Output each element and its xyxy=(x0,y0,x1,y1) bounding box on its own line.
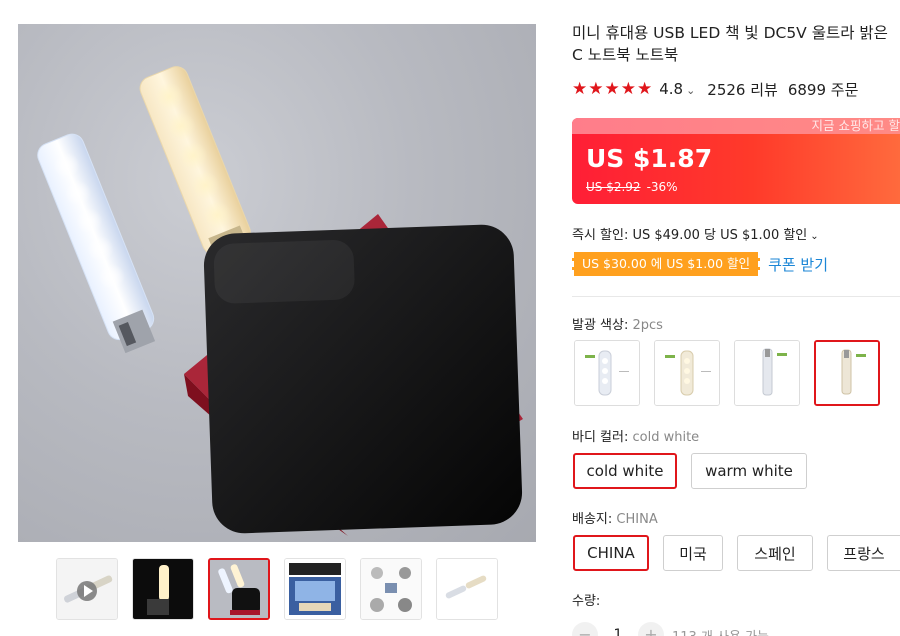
coupon-badge: US $30.00 에 US $1.00 할인 xyxy=(572,252,761,276)
ship-from-spain-button[interactable]: 스페인 xyxy=(737,535,813,571)
emit-color-option-2[interactable] xyxy=(654,340,720,406)
decrease-quantity-button[interactable]: − xyxy=(572,622,598,636)
ship-from-label: 배송지: CHINA xyxy=(572,508,658,527)
stock-available: 113 개 사용 가능 xyxy=(672,626,769,636)
instant-discount[interactable]: 즉시 할인: US $49.00 당 US $1.00 할인 ⌄ xyxy=(572,224,819,243)
coupon-row: US $30.00 에 US $1.00 할인 쿠폰 받기 xyxy=(572,252,828,276)
chevron-down-icon: ⌄ xyxy=(810,231,819,242)
thumbnail-3-image xyxy=(210,560,268,618)
thumbnail-2[interactable] xyxy=(132,558,194,620)
rating-row: ★★★★★ 4.8 ⌄ 2526 리뷰 6899 주문 xyxy=(572,78,858,100)
rating-stars-icon: ★★★★★ xyxy=(572,79,654,99)
quantity-stepper: − 1 + 113 개 사용 가능 xyxy=(572,622,769,636)
ship-from-france-button[interactable]: 프랑스 xyxy=(827,535,900,571)
promo-band: 지금 쇼핑하고 할 xyxy=(572,118,900,134)
instant-discount-text: 즉시 할인: US $49.00 당 US $1.00 할인 xyxy=(572,228,808,243)
thumbnail-4[interactable] xyxy=(284,558,346,620)
thumbnail-3[interactable] xyxy=(208,558,270,620)
rating-value[interactable]: 4.8 ⌄ xyxy=(659,80,695,98)
price-banner: 지금 쇼핑하고 할 US $1.87 US $2.92 -36% xyxy=(572,118,900,204)
promo-band-text: 지금 쇼핑하고 할 xyxy=(811,118,900,133)
body-color-label: 바디 컬러: cold white xyxy=(572,426,699,445)
ship-from-value: CHINA xyxy=(616,512,658,527)
sku-4-image xyxy=(816,342,878,404)
quantity-label: 수량: xyxy=(572,594,601,609)
body-color-value: cold white xyxy=(632,430,700,445)
order-count: 6899 주문 xyxy=(787,80,859,99)
discount-percent: -36% xyxy=(646,180,678,194)
body-color-label-text: 바디 컬러: xyxy=(572,430,629,445)
quantity-value[interactable]: 1 xyxy=(598,627,638,636)
product-title: 미니 휴대용 USB LED 책 빛 DC5V 울트라 밝은 C 노트북 노트북 xyxy=(572,24,888,64)
sku-1-image xyxy=(575,341,639,405)
increase-quantity-button[interactable]: + xyxy=(638,622,664,636)
main-product-image[interactable] xyxy=(18,24,536,542)
emit-color-option-1[interactable] xyxy=(574,340,640,406)
ship-from-label-text: 배송지: xyxy=(572,512,613,527)
original-price: US $2.92 xyxy=(586,180,641,194)
review-count[interactable]: 2526 리뷰 xyxy=(707,79,778,100)
thumbnail-4-image xyxy=(285,559,345,619)
emit-color-value: 2pcs xyxy=(632,318,663,333)
sku-3-image xyxy=(735,341,799,405)
video-play-icon xyxy=(57,559,117,619)
original-price-row: US $2.92 -36% xyxy=(586,180,678,194)
current-price: US $1.87 xyxy=(586,144,713,173)
get-coupon-link[interactable]: 쿠폰 받기 xyxy=(768,254,828,275)
emit-color-label: 발광 색상: 2pcs xyxy=(572,314,663,333)
thumbnail-6-image xyxy=(437,559,497,619)
emit-color-option-3[interactable] xyxy=(734,340,800,406)
chevron-down-icon: ⌄ xyxy=(686,84,696,97)
ship-from-china-button[interactable]: CHINA xyxy=(573,535,649,571)
thumbnail-video[interactable] xyxy=(56,558,118,620)
sku-2-image xyxy=(655,341,719,405)
rating-number: 4.8 xyxy=(659,80,684,98)
product-photo xyxy=(37,66,523,536)
body-color-cold-white-button[interactable]: cold white xyxy=(573,453,677,489)
thumbnail-5[interactable] xyxy=(360,558,422,620)
ship-from-us-button[interactable]: 미국 xyxy=(663,535,723,571)
thumbnail-6[interactable] xyxy=(436,558,498,620)
divider xyxy=(572,296,900,297)
thumbnail-5-image xyxy=(361,559,421,619)
emit-color-option-4[interactable] xyxy=(814,340,880,406)
thumbnail-2-image xyxy=(133,559,193,619)
emit-color-label-text: 발광 색상: xyxy=(572,318,629,333)
body-color-warm-white-button[interactable]: warm white xyxy=(691,453,807,489)
thumbnail-strip xyxy=(56,558,498,622)
